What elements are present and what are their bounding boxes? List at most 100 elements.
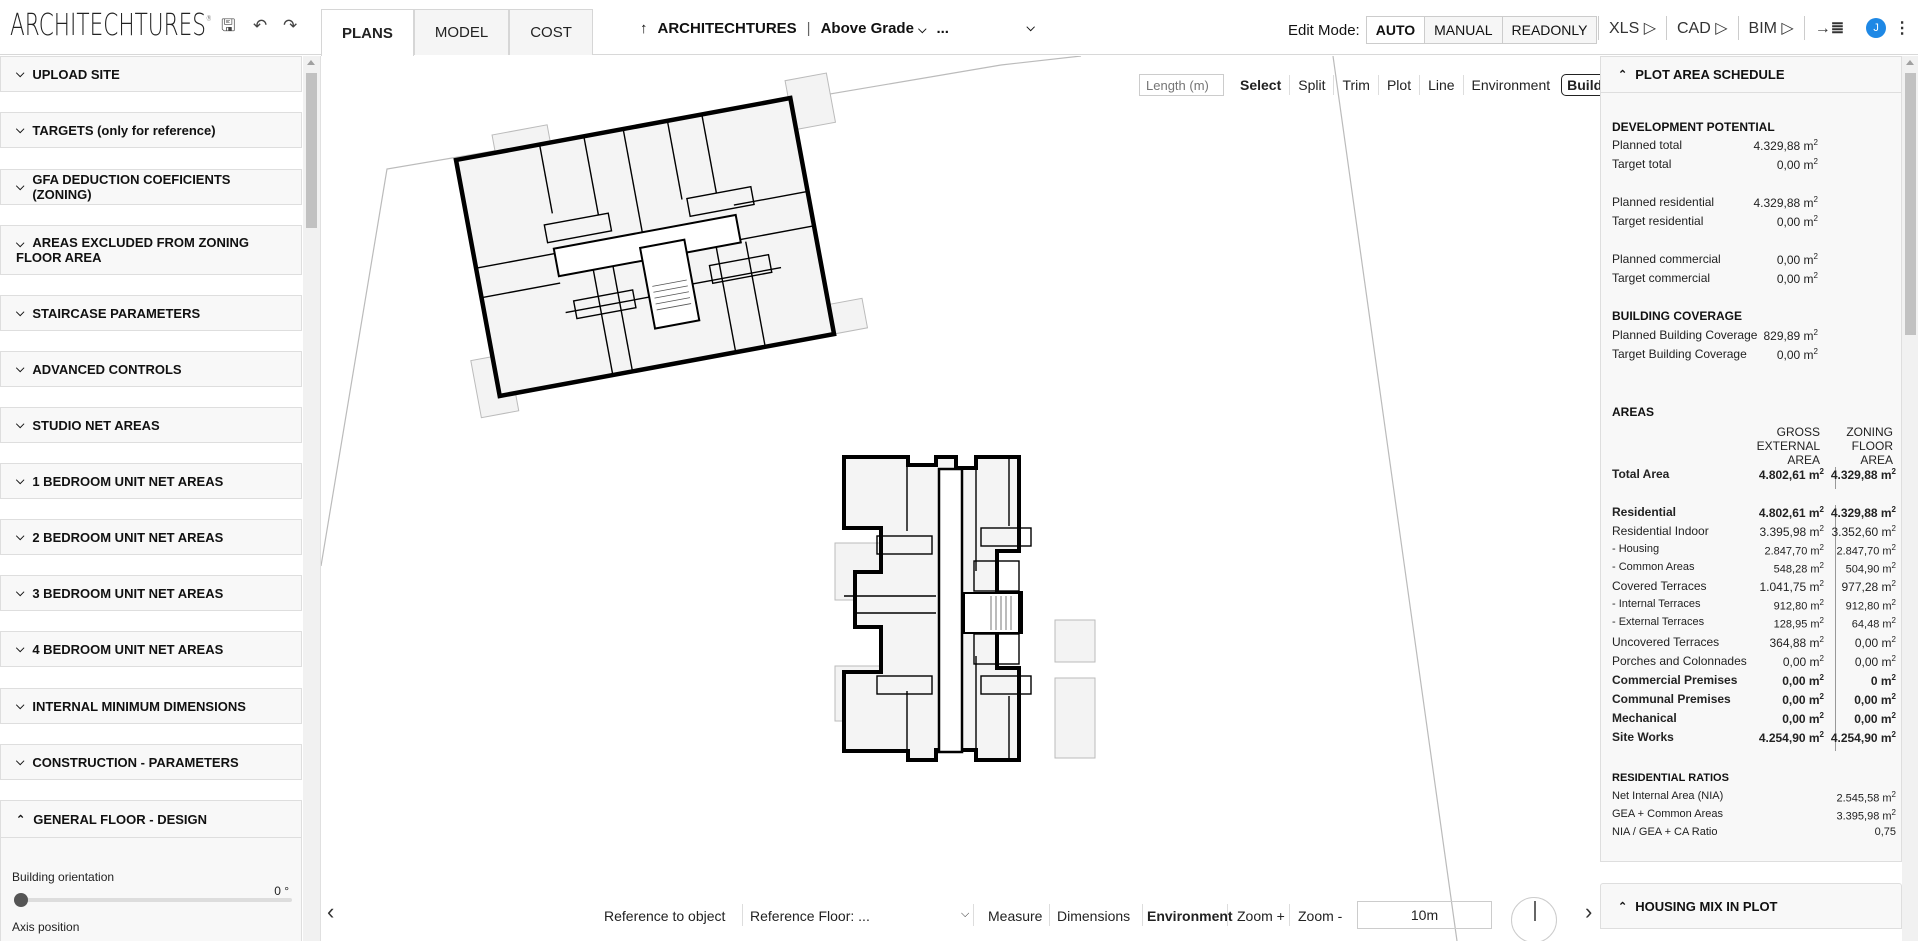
export-bim-button[interactable]: BIM ▷ — [1737, 16, 1804, 40]
tab-cost[interactable]: COST — [509, 9, 593, 55]
gea-value: 128,95 m2 — [1773, 616, 1824, 631]
section-4bed-net-areas[interactable]: ⌵ 4 BEDROOM UNIT NET AREAS — [0, 631, 302, 667]
zfa-value: 912,80 m2 — [1845, 598, 1896, 613]
chevron-down-icon: ⌵ — [16, 474, 25, 487]
measure-button[interactable]: Measure — [988, 908, 1042, 924]
section-internal-min-dimensions[interactable]: ⌵ INTERNAL MINIMUM DIMENSIONS — [0, 688, 302, 724]
export-xls-button[interactable]: XLS ▷ — [1598, 16, 1666, 40]
more-menu-icon[interactable]: ⋮ — [1894, 18, 1910, 38]
section-studio-net-areas[interactable]: ⌵ STUDIO NET AREAS — [0, 407, 302, 443]
area-row: - External Terraces 128,95 m2 64,48 m2 — [1612, 616, 1896, 634]
tool-split[interactable]: Split — [1289, 75, 1333, 95]
zoom-in-button[interactable]: Zoom + — [1237, 908, 1285, 924]
bc-row: Planned Building Coverage 829,89 m2 — [1612, 328, 1818, 343]
reference-to-object-button[interactable]: Reference to object — [604, 908, 725, 924]
tab-plans[interactable]: PLANS — [321, 9, 414, 56]
edit-mode: Edit Mode: AUTO MANUAL READONLY — [1288, 16, 1598, 44]
plot-area-schedule-header[interactable]: ⌃ PLOT AREA SCHEDULE — [1601, 57, 1901, 93]
chevron-left-icon[interactable]: ‹ — [327, 899, 334, 925]
breadcrumb: ↑ ARCHITECHTURES | Above Grade ⌵ ... ⌵ — [640, 20, 1035, 37]
section-3bed-net-areas[interactable]: ⌵ 3 BEDROOM UNIT NET AREAS — [0, 575, 302, 611]
tool-select[interactable]: Select — [1232, 75, 1289, 95]
zfa-value: 0,00 m2 — [1854, 692, 1896, 707]
slider-handle[interactable] — [14, 893, 28, 907]
edit-mode-auto[interactable]: AUTO — [1366, 17, 1425, 43]
section-targets[interactable]: ⌵ TARGETS (only for reference) — [0, 112, 302, 148]
view-tabs: PLANS MODEL COST — [321, 9, 593, 56]
plot-area-schedule: ⌃ PLOT AREA SCHEDULE DEVELOPMENT POTENTIA… — [1600, 56, 1902, 862]
building-orientation-slider[interactable] — [14, 893, 292, 907]
section-2bed-net-areas[interactable]: ⌵ 2 BEDROOM UNIT NET AREAS — [0, 519, 302, 555]
floor-plan-drawing[interactable] — [321, 56, 1601, 941]
area-label: Residential Indoor — [1612, 524, 1709, 538]
export-list-button[interactable]: →≣ — [1803, 16, 1854, 40]
zfa-value: 977,28 m2 — [1841, 579, 1897, 594]
tool-environment[interactable]: Environment — [1462, 75, 1559, 95]
export-cad-button[interactable]: CAD ▷ — [1666, 16, 1738, 40]
zoom-out-button[interactable]: Zoom - — [1298, 908, 1342, 924]
user-avatar[interactable]: J — [1866, 18, 1887, 38]
section-general-floor-design[interactable]: ⌃ GENERAL FLOOR - DESIGN — [0, 800, 302, 838]
scrollbar-thumb[interactable] — [1905, 73, 1916, 335]
level-dropdown[interactable]: Above Grade ⌵ — [821, 20, 927, 37]
area-label: Commercial Premises — [1612, 673, 1738, 687]
tool-plot[interactable]: Plot — [1377, 75, 1419, 95]
redo-icon[interactable]: ↷ — [283, 16, 297, 36]
section-construction-parameters[interactable]: ⌵ CONSTRUCTION - PARAMETERS — [0, 744, 302, 780]
tab-model[interactable]: MODEL — [413, 9, 510, 55]
plan-canvas[interactable]: Select Split Trim Plot Line Environment … — [320, 56, 1630, 941]
length-input[interactable] — [1139, 74, 1224, 96]
right-panel-scrollbar[interactable] — [1902, 56, 1918, 941]
ratio-row: NIA / GEA + CA Ratio 0,75 — [1612, 826, 1896, 838]
right-panel: ⌃ PLOT AREA SCHEDULE DEVELOPMENT POTENTIA… — [1600, 56, 1918, 941]
floor-dropdown[interactable]: ... — [936, 20, 1016, 37]
gea-value: 3.395,98 m2 — [1759, 524, 1825, 539]
section-upload-site[interactable]: ⌵ UPLOAD SITE — [0, 56, 302, 92]
section-gfa-deduction[interactable]: ⌵ GFA DEDUCTION COEFICIENTS (ZONING) — [0, 169, 302, 205]
reference-floor-select[interactable]: Reference Floor: ... — [750, 908, 987, 924]
divider — [973, 904, 974, 926]
central-corridor — [937, 467, 964, 754]
breadcrumb-project[interactable]: ARCHITECHTURES — [658, 20, 797, 37]
edit-mode-readonly[interactable]: READONLY — [1501, 17, 1597, 43]
area-row: - Common Areas 548,28 m2 504,90 m2 — [1612, 561, 1896, 579]
scrollbar-thumb[interactable] — [306, 73, 317, 228]
section-1bed-net-areas[interactable]: ⌵ 1 BEDROOM UNIT NET AREAS — [0, 463, 302, 499]
zfa-value: 4.254,90 m2 — [1830, 730, 1896, 745]
general-floor-design-body: Building orientation 0 ° Axis position — [0, 838, 302, 941]
building-orientation-label: Building orientation — [12, 870, 115, 884]
area-label: Residential — [1612, 505, 1677, 519]
area-label: Communal Premises — [1612, 692, 1731, 706]
divider — [1142, 904, 1143, 926]
chevron-down-icon: ⌵ — [16, 306, 25, 319]
scroll-up-arrow-icon[interactable] — [307, 60, 315, 65]
zfa-value: 2.847,70 m2 — [1836, 543, 1897, 558]
compass-icon[interactable] — [1511, 897, 1557, 941]
bc-row: Target Building Coverage 0,00 m2 — [1612, 347, 1818, 362]
dp-row: Planned commercial 0,00 m2 — [1612, 252, 1818, 267]
dp-row: Planned residential 4.329,88 m2 — [1612, 195, 1818, 210]
dimensions-button[interactable]: Dimensions — [1057, 908, 1130, 924]
gea-value: 4.802,61 m2 — [1758, 467, 1824, 482]
zfa-value: 504,90 m2 — [1845, 561, 1896, 576]
building-b — [834, 455, 1096, 762]
section-advanced-controls[interactable]: ⌵ ADVANCED CONTROLS — [0, 351, 302, 387]
left-panel-scrollbar[interactable] — [303, 56, 320, 941]
edit-mode-manual[interactable]: MANUAL — [1424, 17, 1502, 43]
chevron-right-icon[interactable]: › — [1585, 899, 1592, 925]
col-header-gea: GROSS EXTERNAL AREA — [1756, 425, 1820, 467]
tool-trim[interactable]: Trim — [1333, 75, 1377, 95]
tool-line[interactable]: Line — [1419, 75, 1462, 95]
save-icon[interactable]: 🖫 — [221, 16, 235, 36]
environment-toggle[interactable]: Environment — [1147, 908, 1233, 924]
section-areas-excluded[interactable]: ⌵ AREAS EXCLUDED FROM ZONING FLOOR AREA — [0, 225, 302, 275]
chevron-down-icon[interactable]: ⌵ — [961, 908, 969, 921]
scroll-up-arrow-icon[interactable] — [1906, 60, 1914, 65]
area-label: - External Terraces — [1612, 616, 1705, 628]
undo-icon[interactable]: ↶ — [253, 16, 267, 36]
up-arrow-icon[interactable]: ↑ — [640, 20, 648, 37]
housing-mix-header[interactable]: ⌃ HOUSING MIX IN PLOT — [1600, 883, 1902, 929]
chevron-down-icon[interactable]: ⌵ — [1026, 22, 1034, 35]
zfa-value: 0,00 m2 — [1854, 711, 1896, 726]
section-staircase[interactable]: ⌵ STAIRCASE PARAMETERS — [0, 295, 302, 331]
